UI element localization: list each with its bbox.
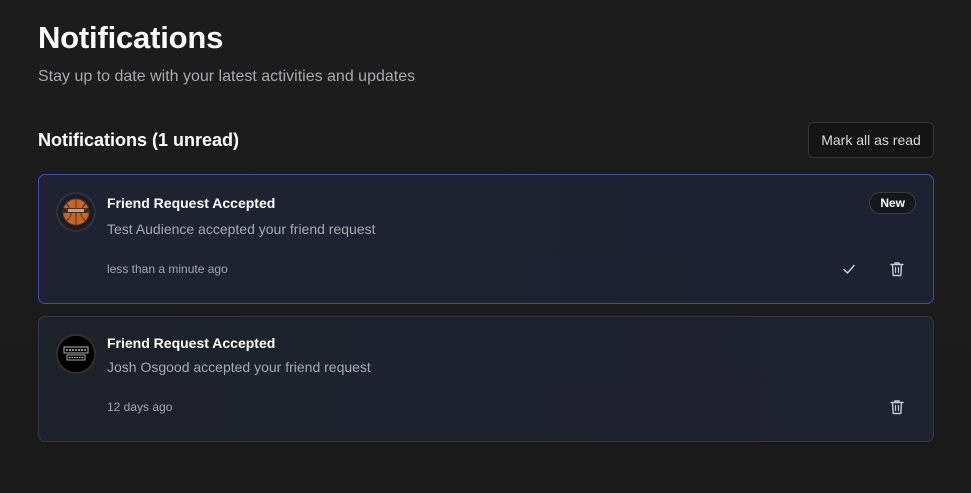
notification-time: less than a minute ago bbox=[107, 262, 228, 276]
notification-card-unread[interactable]: Friend Request Accepted Test Audience ac… bbox=[38, 174, 934, 304]
notifications-page: Notifications Stay up to date with your … bbox=[0, 0, 971, 493]
logo-avatar bbox=[56, 334, 96, 374]
page-subtitle: Stay up to date with your latest activit… bbox=[38, 68, 416, 85]
notification-title: Friend Request Accepted bbox=[107, 195, 276, 211]
mark-read-check-icon[interactable] bbox=[837, 257, 861, 281]
notification-title: Friend Request Accepted bbox=[107, 335, 276, 351]
page-title: Notifications bbox=[38, 20, 224, 55]
trash-icon[interactable] bbox=[885, 257, 909, 281]
notification-message: Josh Osgood accepted your friend request bbox=[107, 359, 371, 375]
notification-time: 12 days ago bbox=[107, 400, 173, 414]
notification-message: Test Audience accepted your friend reque… bbox=[107, 221, 376, 237]
mark-all-as-read-button[interactable]: Mark all as read bbox=[808, 122, 934, 158]
notification-card-read[interactable]: Friend Request Accepted Josh Osgood acce… bbox=[38, 316, 934, 442]
new-badge: New bbox=[869, 192, 916, 214]
basketball-avatar bbox=[56, 192, 96, 232]
section-title: Notifications (1 unread) bbox=[38, 130, 240, 150]
trash-icon[interactable] bbox=[885, 395, 909, 419]
